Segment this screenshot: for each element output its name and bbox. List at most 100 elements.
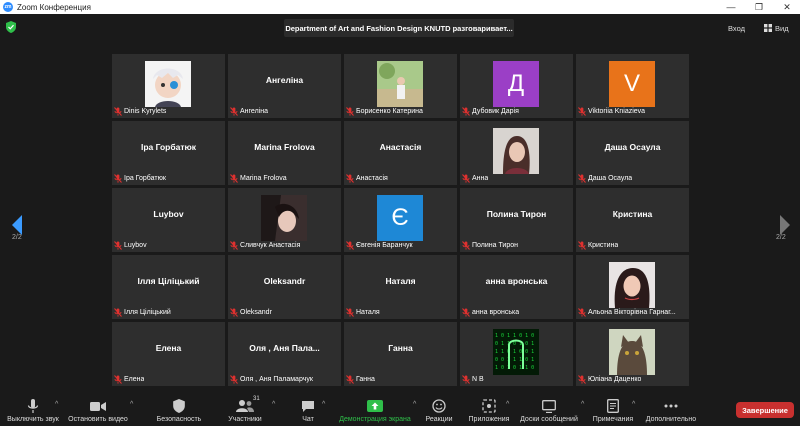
more-button[interactable]: Дополнительно (643, 393, 699, 426)
share-screen-button[interactable]: Демонстрация экрана (336, 393, 414, 426)
whiteboards-button[interactable]: Доски сообщений (518, 393, 580, 426)
more-label: Дополнительно (645, 416, 697, 423)
participant-name: Сливчук Анастасія (240, 241, 301, 249)
participant-name-display: Luybov (153, 209, 184, 219)
mic-muted-icon (114, 374, 122, 384)
participant-tile[interactable]: Oleksandr Oleksandr (228, 255, 341, 319)
security-button[interactable]: Безопасность (152, 393, 206, 426)
participant-tile[interactable]: Ілля Ціліцький Ілля Ціліцький (112, 255, 225, 319)
participant-tile[interactable]: анна вронська анна вронська (460, 255, 573, 319)
participant-tile[interactable]: Альона Вікторівна Гарнаг... (576, 255, 689, 319)
meeting-toolbar: Выключить звук ^ Остановить видео ^ Безо… (0, 393, 800, 426)
close-window-button[interactable]: ✕ (772, 0, 800, 14)
participant-tile[interactable]: Анна (460, 121, 573, 185)
share-screen-icon (367, 400, 383, 412)
participant-name-display: Анастасія (379, 142, 422, 152)
enter-button[interactable]: Вход (728, 21, 745, 35)
participant-tile[interactable]: Є Євгенія Баранчук (344, 188, 457, 252)
notes-options-caret[interactable]: ^ (632, 401, 635, 408)
participant-initial-avatar: V (609, 61, 655, 107)
participant-tile[interactable]: Сливчук Анастасія (228, 188, 341, 252)
video-gallery-grid: Dinis Kyrylets Ангеліна Ангеліна Борисенко … (112, 54, 689, 386)
participant-tile[interactable]: Д Дубовик Дарія (460, 54, 573, 118)
participant-tile[interactable]: Marina Frolova Marina Frolova (228, 121, 341, 185)
participant-tile[interactable]: Даша Осаула Даша Осаула (576, 121, 689, 185)
participant-name-display: Ангеліна (265, 75, 304, 85)
participant-name-display: Ганна (388, 343, 413, 353)
participant-name: Альона Вікторівна Гарнаг... (588, 308, 676, 316)
participant-label: Marina Frolova (230, 173, 287, 183)
participant-label: N B (462, 374, 484, 384)
notes-button[interactable]: Примечания (589, 393, 637, 426)
participant-tile[interactable]: Dinis Kyrylets (112, 54, 225, 118)
participant-tile[interactable]: Анастасія Анастасія (344, 121, 457, 185)
participant-tile[interactable]: V Viktoriia Kniazieva (576, 54, 689, 118)
participants-button[interactable]: Участники (222, 393, 268, 426)
participant-tile[interactable]: Юліана Даценко (576, 322, 689, 386)
participant-name: Оля , Аня Паламарчук (240, 375, 313, 383)
participant-name: Борисенко Катерина (356, 107, 423, 115)
chat-icon (302, 400, 314, 412)
participant-label: Дубовик Дарія (462, 106, 519, 116)
reactions-label: Реакции (425, 416, 453, 423)
meeting-topbar: Department of Art and Fashion Design KNU… (0, 14, 800, 42)
participant-tile[interactable]: Кристина Кристина (576, 188, 689, 252)
participant-tile[interactable]: Оля , Аня Пала... Оля , Аня Паламарчук (228, 322, 341, 386)
apps-button[interactable]: Приложения (467, 393, 511, 426)
participant-name: Наталя (356, 308, 380, 316)
minimize-button[interactable]: — (716, 0, 746, 14)
mic-muted-icon (578, 106, 586, 116)
stop-video-button[interactable]: Остановить видео (67, 393, 129, 426)
mic-muted-icon (462, 106, 470, 116)
mic-muted-icon (462, 374, 470, 384)
participant-name: Marina Frolova (240, 174, 287, 182)
maximize-button[interactable]: ❐ (744, 0, 774, 14)
participant-tile[interactable]: 1 0 1 1 0 1 0 0 1 1 0 1 0 1 1 1 0 1 0 0 1 0… (460, 322, 573, 386)
participant-name-display: Ілля Ціліцький (137, 276, 200, 286)
window-title: Zoom Конференция (17, 2, 91, 12)
participant-tile[interactable]: Іра Горбатюк Іра Горбатюк (112, 121, 225, 185)
participant-name: Даша Осаула (588, 174, 633, 182)
participant-label: Luybov (114, 240, 147, 250)
participant-tile[interactable]: Ганна Ганна (344, 322, 457, 386)
apps-options-caret[interactable]: ^ (506, 401, 509, 408)
share-screen-label: Демонстрация экрана (339, 416, 411, 423)
svg-text:0 0 1 1 1 0 1: 0 0 1 1 1 0 1 (495, 357, 534, 363)
shield-icon[interactable] (6, 21, 16, 33)
participant-tile[interactable]: Luybov Luybov (112, 188, 225, 252)
mic-muted-icon (230, 374, 238, 384)
svg-text:1 1 0 1 0 0 1: 1 1 0 1 0 0 1 (495, 349, 534, 355)
participant-name-display: Marina Frolova (254, 142, 315, 152)
participant-tile[interactable]: Ангеліна Ангеліна (228, 54, 341, 118)
participant-label: Наталя (346, 307, 380, 317)
participant-name: Кристина (588, 241, 619, 249)
mic-muted-icon (346, 240, 354, 250)
mute-options-caret[interactable]: ^ (55, 401, 58, 408)
participant-label: Ілля Ціліцький (114, 307, 171, 317)
participant-tile[interactable]: Елена Елена (112, 322, 225, 386)
mute-button[interactable]: Выключить звук (4, 393, 62, 426)
participant-tile[interactable]: Борисенко Катерина (344, 54, 457, 118)
chat-options-caret[interactable]: ^ (322, 401, 325, 408)
reactions-button[interactable]: Реакции (423, 393, 455, 426)
security-shield-icon (173, 399, 185, 413)
participant-tile[interactable]: Наталя Наталя (344, 255, 457, 319)
share-options-caret[interactable]: ^ (413, 401, 416, 408)
svg-text:0 1 1 0 1 0 1: 0 1 1 0 1 0 1 (495, 341, 534, 347)
participant-name: Viktoriia Kniazieva (588, 107, 646, 115)
video-options-caret[interactable]: ^ (130, 401, 133, 408)
participant-label: Dinis Kyrylets (114, 106, 166, 116)
participant-tile[interactable]: Полина Тирон Полина Тирон (460, 188, 573, 252)
participant-label: Viktoriia Kniazieva (578, 106, 645, 116)
apps-label: Приложения (468, 416, 510, 423)
participant-photo (609, 262, 655, 308)
chat-button[interactable]: Чат (294, 393, 322, 426)
participants-options-caret[interactable]: ^ (272, 401, 275, 408)
window-titlebar: zm Zoom Конференция (0, 0, 800, 14)
participant-name: N B (472, 375, 484, 383)
end-meeting-button[interactable]: Завершение (736, 402, 794, 418)
whiteboards-options-caret[interactable]: ^ (581, 401, 584, 408)
view-button[interactable]: Вид (764, 21, 789, 35)
participant-label: Даша Осаула (578, 173, 632, 183)
view-label: Вид (775, 23, 789, 33)
